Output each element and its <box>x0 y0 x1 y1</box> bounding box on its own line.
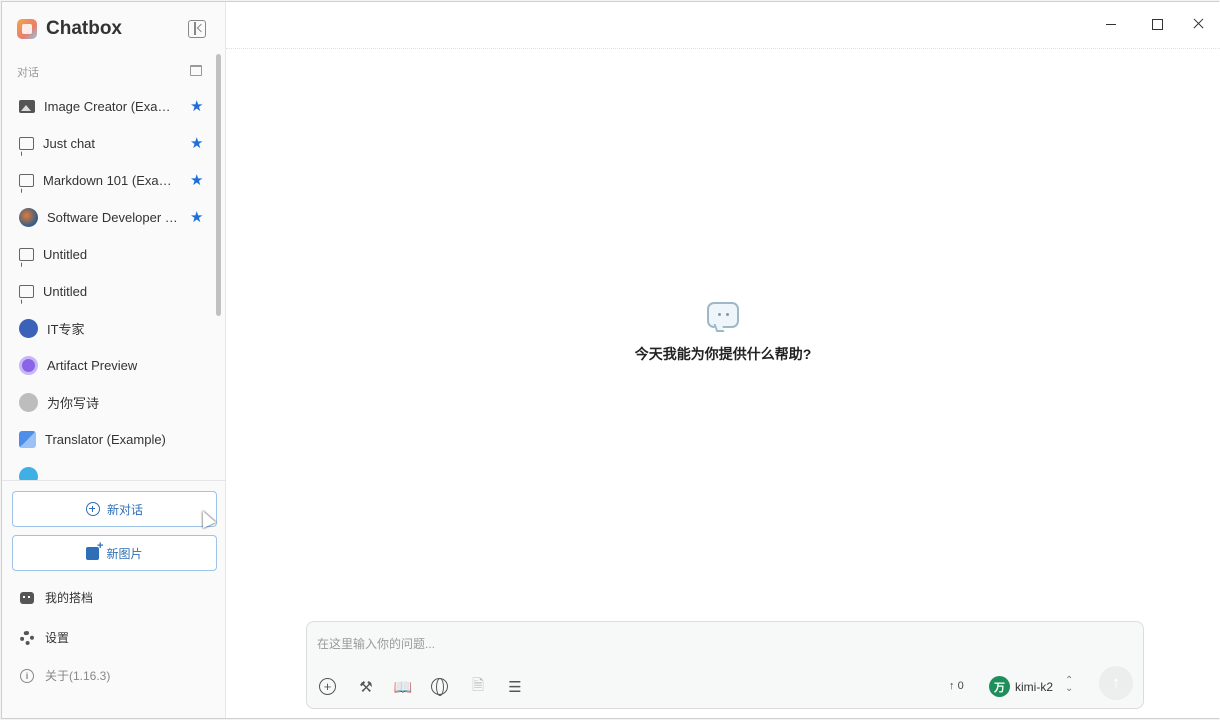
welcome-text: 今天我能为你提供什么帮助? <box>634 346 812 362</box>
new-image-button[interactable]: 新图片 <box>12 535 217 571</box>
send-button[interactable]: ↑ <box>1099 666 1133 700</box>
conversation-label: 为你写诗 <box>47 396 100 411</box>
conversation-item[interactable]: 为你写诗 <box>8 384 212 421</box>
conversation-label: Image Creator (Example) <box>44 99 178 114</box>
sidebar-scrollbar[interactable] <box>216 54 221 316</box>
conversation-label: Untitled <box>43 247 88 262</box>
chat-icon <box>19 248 34 261</box>
star-icon[interactable]: ★ <box>190 171 203 189</box>
message-input[interactable] <box>317 634 1117 654</box>
title-bar <box>226 2 1220 49</box>
conversation-item[interactable]: Markdown 101 (Example) ★ <box>8 162 212 199</box>
conversation-item[interactable]: Translator (Example) <box>8 421 212 458</box>
maximize-icon[interactable] <box>1148 15 1166 33</box>
my-partners-label: 我的搭档 <box>45 591 94 605</box>
message-composer: + ⚒ 📖 🗎 ☰ ↑ 0 万 kimi-k2 ⌃⌄ ↑ <box>306 621 1144 709</box>
app-window: Chatbox 对话 Image Creator (Example) ★ Jus… <box>1 1 1220 719</box>
new-chat-button[interactable]: 新对话 <box>12 491 217 527</box>
chat-icon <box>19 137 34 150</box>
chat-bubble-icon <box>707 302 739 328</box>
hammer-icon[interactable]: ⚒ <box>357 678 375 696</box>
document-icon[interactable]: 🗎 <box>469 677 487 696</box>
conversation-list: Image Creator (Example) ★ Just chat ★ Ma… <box>8 88 212 480</box>
it-expert-avatar-icon <box>19 319 38 338</box>
conversation-label: IT专家 <box>47 322 85 337</box>
token-count-value: 0 <box>957 680 964 692</box>
conversation-item[interactable]: Untitled <box>8 273 212 310</box>
sidebar-divider <box>2 480 226 481</box>
brand: Chatbox <box>17 17 122 41</box>
about-label: 关于(1.16.3) <box>45 669 111 683</box>
star-icon[interactable]: ★ <box>190 97 203 115</box>
conversation-label: Just chat <box>43 136 96 151</box>
close-icon[interactable] <box>1190 15 1208 33</box>
collapse-sidebar-icon[interactable] <box>188 20 206 38</box>
model-avatar[interactable]: 万 <box>989 676 1010 697</box>
conversation-item[interactable]: Software Developer (Example) ★ <box>8 199 212 236</box>
sidebar: Chatbox 对话 Image Creator (Example) ★ Jus… <box>2 2 226 718</box>
chat-icon <box>19 285 34 298</box>
conversation-item[interactable]: Untitled <box>8 236 212 273</box>
info-icon: i <box>20 668 34 683</box>
conversation-label: Software Developer (Example) <box>47 210 181 225</box>
conversations-section-label: 对话 <box>17 67 39 79</box>
artifact-avatar-icon <box>19 356 38 375</box>
new-image-icon <box>86 540 103 560</box>
gear-icon <box>20 630 34 645</box>
about-item[interactable]: i 关于(1.16.3) <box>20 667 110 684</box>
settings-item[interactable]: 设置 <box>20 629 69 646</box>
conversation-item[interactable]: IT专家 <box>8 310 212 347</box>
image-icon <box>19 100 35 113</box>
conversation-label: Artifact Preview <box>47 358 138 373</box>
star-icon[interactable]: ★ <box>190 208 203 226</box>
new-image-label: 新图片 <box>106 546 143 561</box>
trash-icon[interactable] <box>190 65 202 76</box>
avatar-icon <box>19 467 38 480</box>
chatbox-logo-icon <box>17 19 37 39</box>
conversation-label: Markdown 101 (Example) <box>43 173 177 188</box>
poem-avatar-icon <box>19 393 38 412</box>
web-search-globe-icon[interactable] <box>431 678 448 696</box>
conversation-label: Untitled <box>43 284 88 299</box>
translator-avatar-icon <box>19 431 36 448</box>
conversation-label: Translator (Example) <box>45 432 166 447</box>
conversation-item[interactable]: Artifact Preview <box>8 347 212 384</box>
settings-label: 设置 <box>45 631 70 645</box>
star-icon[interactable]: ★ <box>190 134 203 152</box>
sliders-icon[interactable]: ☰ <box>506 678 524 696</box>
attach-plus-icon[interactable]: + <box>319 678 336 695</box>
plus-circle-icon <box>85 502 100 516</box>
robot-icon <box>20 591 34 604</box>
new-chat-label: 新对话 <box>106 502 143 517</box>
conversation-item[interactable]: Just chat ★ <box>8 125 212 162</box>
minimize-icon[interactable] <box>1102 15 1120 33</box>
token-count: ↑ 0 <box>949 680 964 692</box>
empty-state: 今天我能为你提供什么帮助? <box>226 302 1220 364</box>
knowledge-book-icon[interactable]: 📖 <box>394 678 413 696</box>
chat-icon <box>19 174 34 187</box>
my-partners-item[interactable]: 我的搭档 <box>20 589 93 606</box>
conversation-item-partial[interactable] <box>8 458 212 480</box>
main-area: 今天我能为你提供什么帮助? + ⚒ 📖 🗎 ☰ ↑ 0 万 kimi-k2 ⌃⌄… <box>226 2 1220 718</box>
model-selector-label[interactable]: kimi-k2 <box>1015 680 1053 694</box>
conversation-item[interactable]: Image Creator (Example) ★ <box>8 88 212 125</box>
chevron-up-down-icon[interactable]: ⌃ ⌄ <box>1065 676 1073 694</box>
app-name: Chatbox <box>46 18 122 39</box>
developer-avatar-icon <box>19 208 38 227</box>
